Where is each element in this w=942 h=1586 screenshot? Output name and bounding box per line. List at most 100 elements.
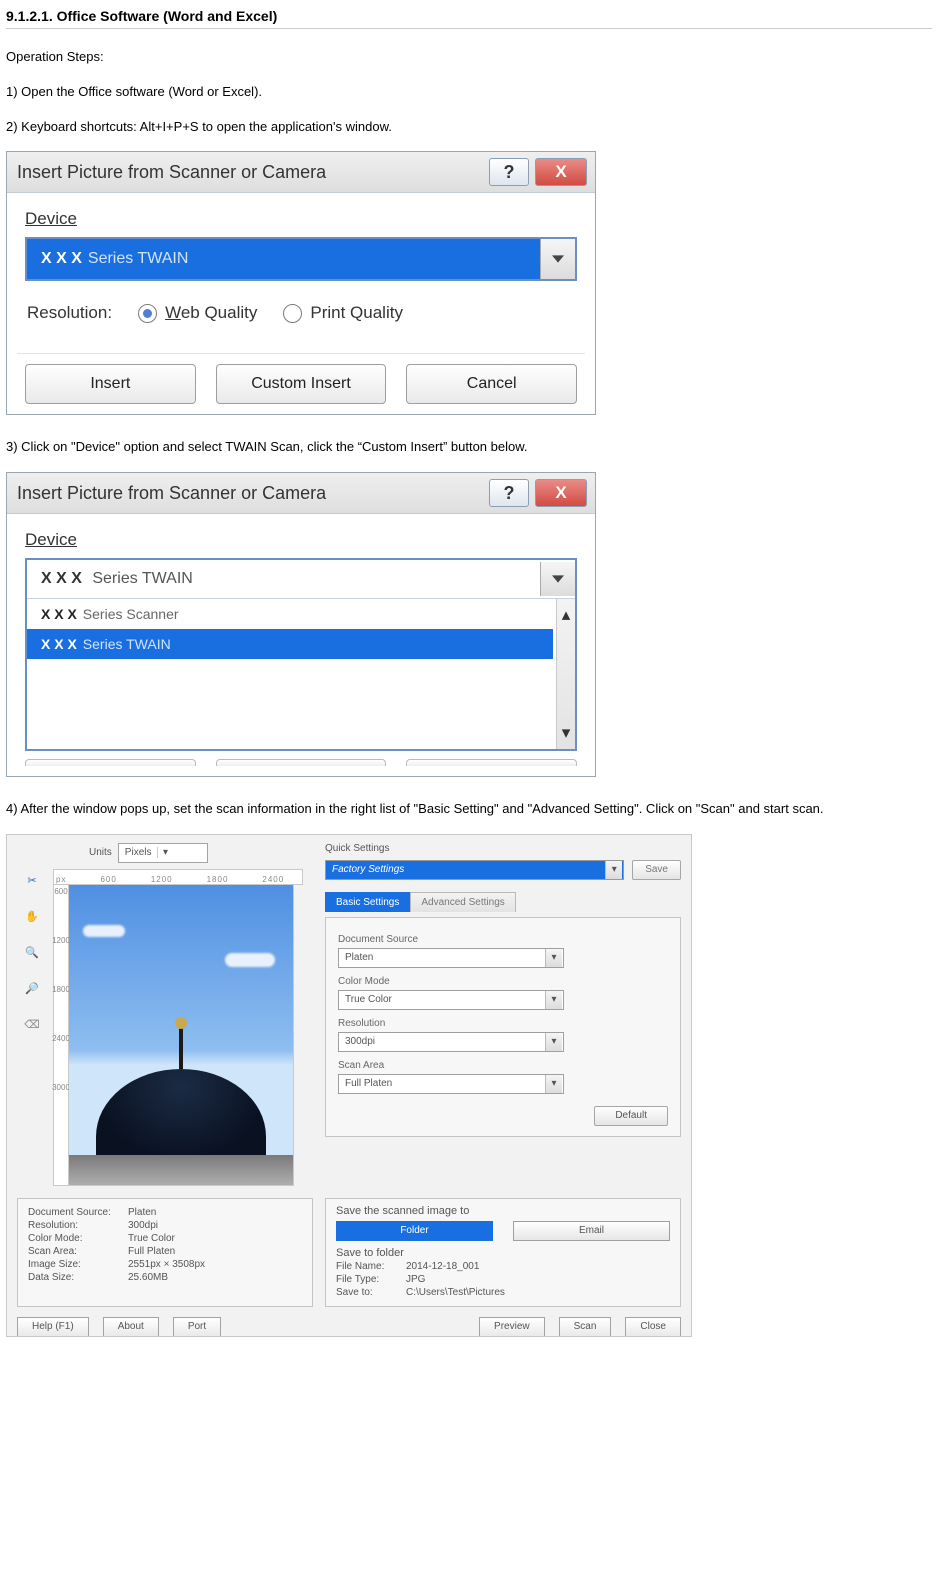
bottom-button-row: Help (F1) About Port Preview Scan Close xyxy=(7,1315,691,1336)
cancel-button[interactable] xyxy=(406,759,577,766)
info-color-mode-k: Color Mode: xyxy=(28,1233,128,1244)
close-button[interactable]: Close xyxy=(625,1317,681,1336)
save-to-email-button[interactable]: Email xyxy=(513,1221,670,1241)
hand-icon[interactable]: ✋ xyxy=(22,907,42,927)
ruler-tick: 1200 xyxy=(151,875,173,884)
print-quality-label: Print Quality xyxy=(310,303,403,323)
custom-insert-button[interactable] xyxy=(216,759,387,766)
device-label: Device xyxy=(25,209,577,229)
units-combobox[interactable]: Pixels ▾ xyxy=(118,843,208,863)
save-destination-box: Save the scanned image to Folder Email S… xyxy=(325,1198,681,1307)
device-value-prefix: X X X xyxy=(41,570,82,587)
quick-settings-combobox[interactable]: Factory Settings xyxy=(325,860,624,880)
quick-settings-save-button[interactable]: Save xyxy=(632,860,681,880)
chevron-down-icon[interactable] xyxy=(540,239,575,279)
scan-area-label: Scan Area xyxy=(338,1060,668,1071)
divider xyxy=(17,353,585,354)
reset-icon[interactable]: ⌫ xyxy=(22,1015,42,1035)
scan-preview-image[interactable] xyxy=(69,885,294,1186)
scrollbar[interactable]: ▴ ▾ xyxy=(556,599,575,749)
save-to-folder-button[interactable]: Folder xyxy=(336,1221,493,1241)
info-data-size-k: Data Size: xyxy=(28,1272,128,1283)
device-combobox[interactable]: X X X Series TWAIN xyxy=(25,237,577,281)
step-2-text: 2) Keyboard shortcuts: Alt+I+P+S to open… xyxy=(6,117,932,138)
device-value-suffix: Series TWAIN xyxy=(88,250,188,268)
quick-settings-label: Quick Settings xyxy=(325,843,681,854)
info-image-size-v: 2551px × 3508px xyxy=(128,1259,205,1270)
document-source-combobox[interactable]: Platen xyxy=(338,948,564,968)
insert-button[interactable] xyxy=(25,759,196,766)
resolution-label: Resolution xyxy=(338,1018,668,1029)
titlebar: Insert Picture from Scanner or Camera ? … xyxy=(7,473,595,514)
zoom-out-icon[interactable]: 🔎 xyxy=(22,979,42,999)
about-button[interactable]: About xyxy=(103,1317,159,1336)
preview-column: Units Pixels ▾ px 600 1200 1800 2400 600… xyxy=(53,843,303,1186)
radio-on-icon xyxy=(138,304,157,323)
chevron-down-icon[interactable] xyxy=(540,562,575,596)
ruler-tick: 1200 xyxy=(52,936,70,945)
web-quality-label: Web Quality xyxy=(165,303,257,323)
info-scan-area-v: Full Platen xyxy=(128,1246,175,1257)
close-button[interactable]: X xyxy=(535,158,587,186)
ruler-tick: 600 xyxy=(100,875,116,884)
default-button[interactable]: Default xyxy=(594,1106,668,1126)
dropdown-item-suffix: Series TWAIN xyxy=(83,636,171,652)
dropdown-item-twain[interactable]: X X X Series TWAIN xyxy=(27,629,553,659)
save-to-k: Save to: xyxy=(336,1287,406,1298)
insert-button[interactable]: Insert xyxy=(25,364,196,404)
step-1-text: 1) Open the Office software (Word or Exc… xyxy=(6,82,932,103)
tab-basic-settings[interactable]: Basic Settings xyxy=(325,892,410,912)
preview-button[interactable]: Preview xyxy=(479,1317,545,1336)
resolution-label: Resolution: xyxy=(27,303,112,323)
tab-advanced-settings[interactable]: Advanced Settings xyxy=(410,892,515,912)
resolution-combobox[interactable]: 300dpi xyxy=(338,1032,564,1052)
device-combobox-text: X X X Series TWAIN xyxy=(27,239,540,279)
save-subtitle: Save to folder xyxy=(336,1247,670,1259)
scan-button[interactable]: Scan xyxy=(559,1317,612,1336)
dialog-body: Device X X X Series TWAIN X X X Series S… xyxy=(7,514,595,755)
ruler-tick: 2400 xyxy=(262,875,284,884)
color-mode-combobox[interactable]: True Color xyxy=(338,990,564,1010)
settings-tabs: Basic Settings Advanced Settings xyxy=(325,892,681,912)
info-data-size-v: 25.60MB xyxy=(128,1272,168,1283)
help-button[interactable]: ? xyxy=(489,479,529,507)
device-combobox-open[interactable]: X X X Series TWAIN X X X Series Scanner … xyxy=(25,558,577,751)
units-row: Units Pixels ▾ xyxy=(19,843,339,863)
resolution-row: Resolution: Web Quality Print Quality xyxy=(27,303,577,323)
document-source-label: Document Source xyxy=(338,934,668,945)
help-button[interactable]: ? xyxy=(489,158,529,186)
print-quality-radio[interactable]: Print Quality xyxy=(283,303,403,323)
ruler-vertical: 600 1200 1800 2400 3000 xyxy=(53,885,69,1186)
port-button[interactable]: Port xyxy=(173,1317,221,1336)
dialog-title: Insert Picture from Scanner or Camera xyxy=(17,162,326,183)
info-color-mode-v: True Color xyxy=(128,1233,175,1244)
section-heading: 9.1.2.1. Office Software (Word and Excel… xyxy=(6,8,932,29)
save-box-title: Save the scanned image to xyxy=(336,1205,670,1217)
scan-application-window: ✂ ✋ 🔍 🔎 ⌫ Units Pixels ▾ px 600 1200 180… xyxy=(6,834,692,1337)
crop-icon[interactable]: ✂ xyxy=(22,871,42,891)
step-3-text: 3) Click on "Device" option and select T… xyxy=(6,437,932,458)
scan-area-combobox[interactable]: Full Platen xyxy=(338,1074,564,1094)
device-value-suffix: Series TWAIN xyxy=(92,570,192,587)
custom-insert-button[interactable]: Custom Insert xyxy=(216,364,387,404)
scroll-up-icon[interactable]: ▴ xyxy=(562,605,571,625)
ruler-tick: 2400 xyxy=(52,1034,70,1043)
units-label: Units xyxy=(89,847,112,858)
dropdown-item-scanner[interactable]: X X X Series Scanner xyxy=(27,599,553,629)
web-quality-radio[interactable]: Web Quality xyxy=(138,303,257,323)
info-resolution-v: 300dpi xyxy=(128,1220,158,1231)
file-name-v: 2014-12-18_001 xyxy=(406,1261,479,1272)
scroll-down-icon[interactable]: ▾ xyxy=(562,723,571,743)
tool-bar: ✂ ✋ 🔍 🔎 ⌫ xyxy=(17,843,47,1035)
dropdown-item-prefix: X X X xyxy=(41,636,77,652)
file-type-k: File Type: xyxy=(336,1274,406,1285)
info-doc-source-k: Document Source: xyxy=(28,1207,128,1218)
insert-picture-dialog: Insert Picture from Scanner or Camera ? … xyxy=(6,151,596,415)
close-button[interactable]: X xyxy=(535,479,587,507)
dialog-body: Device X X X Series TWAIN Resolution: We… xyxy=(7,193,595,353)
dropdown-item-prefix: X X X xyxy=(41,606,77,622)
ruler-tick: px xyxy=(56,875,66,884)
help-button[interactable]: Help (F1) xyxy=(17,1317,89,1336)
zoom-in-icon[interactable]: 🔍 xyxy=(22,943,42,963)
cancel-button[interactable]: Cancel xyxy=(406,364,577,404)
